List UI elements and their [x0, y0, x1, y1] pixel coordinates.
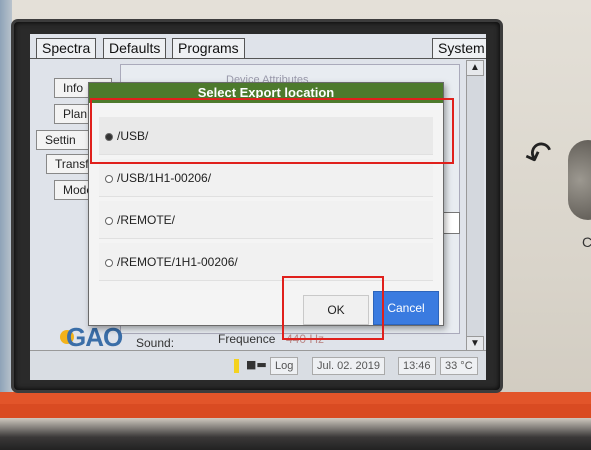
touch-screen: Spectra Defaults Programs System Device … — [30, 34, 486, 380]
option-label: /REMOTE/1H1-00206/ — [117, 255, 238, 269]
radio-icon[interactable] — [105, 174, 113, 183]
status-time: 13:46 — [398, 357, 436, 375]
option-remote[interactable]: /REMOTE/ — [99, 201, 433, 239]
option-label: /USB/1H1-00206/ — [117, 171, 212, 185]
power-plug-icon: ■▬ — [246, 358, 267, 371]
option-label: /REMOTE/ — [117, 213, 176, 227]
orange-stripe-lower — [0, 404, 591, 418]
tab-defaults[interactable]: Defaults — [103, 38, 167, 58]
scrollbar-track[interactable] — [466, 60, 484, 352]
option-usb-device[interactable]: /USB/1H1-00206/ — [99, 159, 433, 197]
ok-highlight-box — [282, 276, 384, 340]
side-button-settings[interactable]: Settin — [36, 130, 94, 150]
log-button[interactable]: Log — [270, 357, 299, 375]
scroll-up-arrow-icon[interactable]: ▲ — [466, 60, 484, 76]
device-side-letter: C — [582, 234, 591, 250]
battery-icon — [234, 359, 239, 373]
rotary-knob[interactable] — [568, 140, 591, 220]
sound-label: Sound: — [136, 336, 175, 350]
status-date: Jul. 02. 2019 — [312, 357, 385, 375]
frequence-label: Frequence — [218, 332, 276, 346]
tab-system[interactable]: System — [432, 38, 486, 58]
tab-spectra[interactable]: Spectra — [36, 38, 97, 58]
usb-highlight-box — [90, 98, 454, 164]
brand-logo: GAO — [66, 322, 123, 352]
radio-icon[interactable] — [105, 258, 113, 267]
radio-icon[interactable] — [105, 216, 113, 225]
device-edge — [0, 0, 12, 450]
device-base — [0, 418, 591, 450]
tab-programs[interactable]: Programs — [172, 38, 245, 58]
status-bar: ■▬ Log Jul. 02. 2019 13:46 33 °C — [30, 350, 486, 380]
tab-divider — [30, 58, 486, 59]
status-temperature: 33 °C — [440, 357, 478, 375]
